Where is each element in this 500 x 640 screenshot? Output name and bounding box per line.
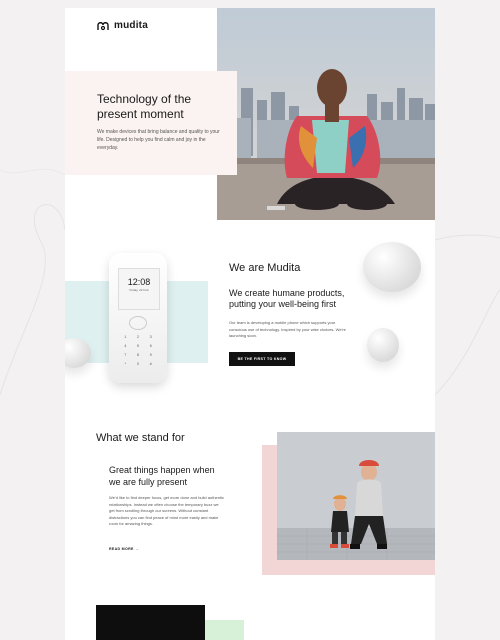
phone-key: # [149, 362, 152, 366]
phone-key: 4 [124, 344, 127, 348]
phone-key: 7 [124, 353, 127, 357]
hero-title: Technology of the present moment [97, 92, 192, 121]
phone-key: 0 [137, 362, 139, 366]
phone-key: 1 [124, 335, 127, 339]
phone-nav-key [129, 316, 147, 330]
mudita-section-title: We are Mudita [229, 262, 301, 274]
phone-screen: 12:08 Friday, 22 Feb [118, 268, 160, 310]
pebble-decoration [363, 242, 421, 292]
mudita-logo-icon [97, 21, 109, 30]
pebble-decoration [367, 328, 399, 362]
values-section-text: We'd like to find deeper focus, get more… [109, 495, 224, 526]
phone-time: 12:08 [127, 277, 151, 287]
mudita-section-subtitle: We create humane products, putting your … [229, 288, 345, 309]
phone-key: 2 [137, 335, 139, 339]
pebble-decoration [65, 338, 91, 368]
be-first-to-know-button[interactable]: BE THE FIRST TO KNOW [229, 352, 295, 366]
phone-key: 8 [137, 353, 139, 357]
hero-image [217, 8, 435, 220]
hero-description: We make devices that bring balance and q… [97, 129, 220, 151]
phone-date: Friday, 22 Feb [129, 288, 149, 292]
values-section-title: What we stand for [96, 432, 185, 444]
dark-media-block [96, 605, 205, 640]
phone-key: 5 [137, 344, 139, 348]
values-section-subtitle: Great things happen when we are fully pr… [109, 465, 215, 487]
mudita-phone-image: 12:08 Friday, 22 Feb 1 2 3 4 5 6 7 8 9 *… [109, 253, 167, 383]
brand-name: mudita [114, 20, 148, 31]
green-accent-block [205, 620, 244, 640]
values-image [277, 432, 435, 560]
phone-key: 6 [149, 344, 152, 348]
read-more-link[interactable]: READ MORE → [109, 547, 139, 551]
phone-key: * [124, 362, 127, 366]
mudita-section-text: Our team is developing a mobile phone wh… [229, 320, 346, 338]
hero-card [65, 71, 237, 175]
phone-key: 3 [149, 335, 152, 339]
phone-key: 9 [149, 353, 152, 357]
landing-page: mudita HOME DO YOU CARE? OUR STORY JOURN… [65, 8, 435, 640]
brand-logo[interactable]: mudita [97, 20, 148, 31]
phone-keypad: 1 2 3 4 5 6 7 8 9 * 0 # [119, 335, 157, 366]
